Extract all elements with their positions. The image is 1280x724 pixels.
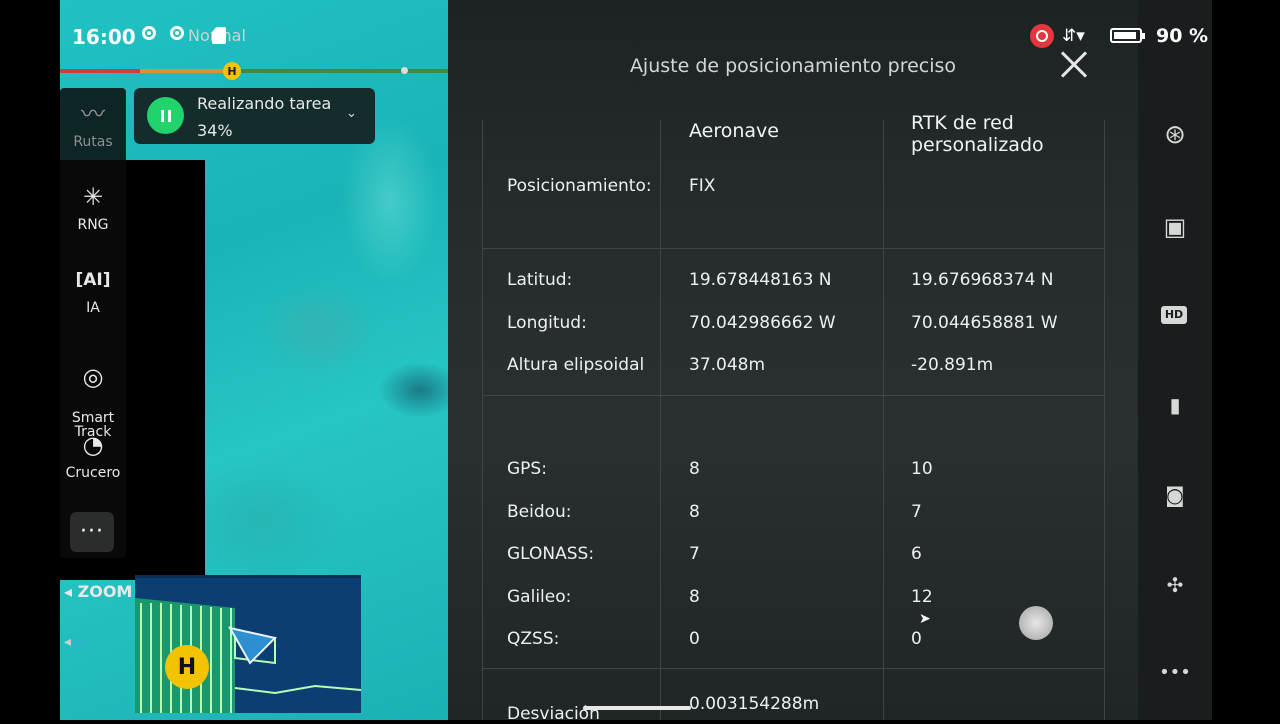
sd-card-icon [212, 27, 226, 44]
route-progress-low [60, 69, 140, 73]
battery-swap-icon[interactable]: ▮ [1158, 388, 1192, 422]
compass-icon[interactable]: ⊛ [1158, 118, 1192, 152]
minimap[interactable] [135, 575, 361, 713]
longitude-label: Longitud: [507, 313, 587, 333]
route-progress-mid [140, 69, 232, 73]
positioning-aircraft: FIX [689, 176, 716, 196]
remote-controller-icon[interactable]: ▣ [1158, 210, 1192, 244]
column-header-rtk: RTK de red personalizado [911, 112, 1044, 156]
hd-icon[interactable]: HD [1161, 306, 1187, 324]
dialog-title: Ajuste de posicionamiento preciso [629, 55, 957, 77]
glonass-rtk: 6 [911, 544, 922, 564]
battery-icon [1110, 28, 1145, 43]
clock: 16:00 [72, 25, 136, 49]
latitude-label: Latitud: [507, 270, 573, 290]
toolbar-item-ia[interactable]: [AI] IA [60, 266, 126, 316]
toolbar-label-rutas: Rutas [73, 134, 113, 150]
close-icon[interactable] [1059, 50, 1089, 80]
ellipsoid-height-aircraft: 37.048m [689, 355, 766, 375]
table-divider [883, 120, 884, 720]
route-progress-dot [401, 67, 408, 74]
gps-aircraft: 8 [689, 459, 700, 479]
ellipsoid-height-rtk: -20.891m [911, 355, 994, 375]
home-gesture-bar[interactable] [583, 706, 691, 710]
mouse-cursor-icon: ➤ [919, 611, 931, 627]
toolbar-label-crucero: Crucero [65, 465, 121, 481]
record-icon [1030, 24, 1054, 48]
galileo-rtk: 12 [911, 587, 933, 607]
task-title: Realizando tarea [197, 94, 332, 113]
beidou-label: Beidou: [507, 502, 572, 522]
gps-rtk: 10 [911, 459, 933, 479]
qzss-label: QZSS: [507, 629, 560, 649]
beidou-aircraft: 8 [689, 502, 700, 522]
focus-icon [142, 26, 156, 40]
ellipsoid-height-label: Altura elipsoidal [507, 355, 645, 375]
minimap-route [135, 598, 361, 713]
toolbar-item-smart-track[interactable]: ◎ Smart Track [60, 349, 126, 439]
right-edge [1212, 0, 1280, 720]
cruise-speedometer-icon: ◔ [82, 431, 104, 459]
status-icons [142, 26, 184, 40]
battery-level: 90 % [1156, 25, 1209, 47]
latitude-aircraft: 19.678448163 N [689, 270, 832, 290]
qzss-aircraft: 0 [689, 629, 700, 649]
toolbar-label-ia: IA [86, 300, 100, 316]
toolbar-item-crucero[interactable]: ◔ Crucero [60, 431, 126, 481]
longitude-aircraft: 70.042986662 W [689, 313, 836, 333]
latitude-rtk: 19.676968374 N [911, 270, 1054, 290]
glonass-aircraft: 7 [689, 544, 700, 564]
task-progress: 34% [197, 121, 233, 140]
more-options-icon[interactable]: ••• [1158, 656, 1192, 690]
pause-button[interactable] [147, 97, 184, 134]
smart-track-icon: ◎ [82, 363, 104, 391]
longitude-rtk: 70.044658881 W [911, 313, 1058, 333]
positioning-label: Posicionamiento: [507, 176, 652, 196]
table-divider [660, 120, 661, 720]
ai-icon: [AI] [75, 270, 111, 290]
wifi-icon: ⇵▾ [1062, 26, 1085, 46]
map-controls[interactable]: ◂ ◇ [64, 634, 86, 650]
home-point-icon: H [165, 645, 209, 689]
table-separator [482, 668, 1104, 669]
zoom-label: ZOOM [77, 582, 133, 601]
left-edge [0, 0, 60, 720]
galileo-aircraft: 8 [689, 587, 700, 607]
route-icon: 〰 [81, 100, 105, 128]
table-separator [482, 395, 1104, 396]
column-header-aircraft: Aeronave [689, 120, 779, 142]
toolbar-label-rng: RNG [77, 217, 109, 233]
toolbar-item-rng[interactable]: ✳ RNG [60, 183, 126, 233]
home-point-marker: H [223, 62, 241, 80]
capture-icon [170, 26, 184, 40]
beidou-rtk: 7 [911, 502, 922, 522]
satellite-icon[interactable]: ✣ [1158, 568, 1192, 602]
touch-indicator [1019, 606, 1053, 640]
table-border [482, 120, 483, 720]
glonass-label: GLONASS: [507, 544, 595, 564]
zoom-control[interactable]: ◂ ZOOM [64, 582, 132, 601]
qzss-rtk: 0 [911, 629, 922, 649]
camera-icon[interactable]: ◙ [1158, 478, 1192, 512]
left-toolbar [60, 88, 126, 558]
toolbar-item-rutas[interactable]: 〰 Rutas [60, 100, 126, 150]
table-separator [482, 248, 1104, 249]
table-border [1104, 120, 1105, 720]
chevron-down-icon[interactable]: ⌄ [346, 106, 357, 121]
more-button[interactable]: ··· [70, 512, 114, 552]
gps-label: GPS: [507, 459, 547, 479]
galileo-label: Galileo: [507, 587, 572, 607]
deviation-aircraft: 0.003154288m [689, 694, 820, 714]
rng-icon: ✳ [82, 183, 104, 211]
right-toolbar [1138, 0, 1212, 720]
